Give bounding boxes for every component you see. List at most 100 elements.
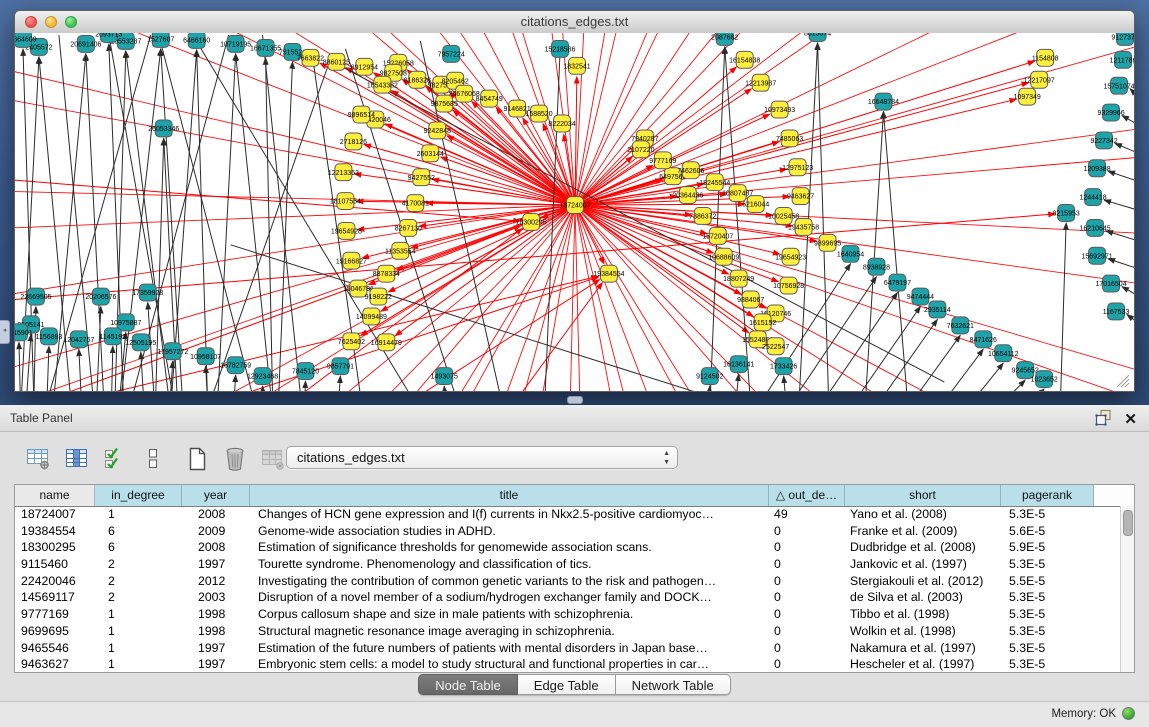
network-node[interactable]: 17016504 [1096,275,1127,292]
network-node[interactable]: 15692971 [1082,247,1113,264]
network-node[interactable]: 16210645 [1080,219,1111,236]
column-header-out_degree[interactable]: △ out_de… [769,485,845,506]
network-node[interactable]: 1244418 [1079,189,1106,206]
table-row[interactable]: 1830029562008Estimation of significance … [15,539,1121,556]
network-node[interactable]: 10958107 [190,348,221,365]
network-node[interactable]: 10688609 [708,248,739,265]
zoom-window-icon[interactable] [65,16,77,28]
select-all-button[interactable] [100,446,130,476]
network-node[interactable]: 19384554 [593,265,624,282]
network-node[interactable]: 1832541 [563,57,590,74]
table-selector-dropdown[interactable]: citations_edges.txt ▲▼ [286,446,678,469]
network-node[interactable]: 4170081 [402,195,429,212]
network-node[interactable]: 1733426 [770,358,797,375]
network-node[interactable]: 6479197 [884,274,911,291]
network-node[interactable]: 15751074 [1103,77,1134,94]
network-node[interactable]: 8813074 [804,33,831,41]
network-node[interactable]: 12213363 [328,164,359,181]
svg-text:18300295: 18300295 [516,220,547,227]
network-node[interactable]: 2718126 [340,133,367,150]
tab-network-table[interactable]: Network Table [616,674,731,695]
network-node[interactable]: 12213987 [745,74,776,91]
table-row[interactable]: 1938455462009Genome-wide association stu… [15,523,1121,540]
network-node[interactable]: 1211786 [1110,51,1134,68]
network-node[interactable]: 20206576 [85,288,116,305]
network-node[interactable]: 1154808 [1032,49,1059,66]
column-header-title[interactable]: title [250,485,769,506]
network-node[interactable]: 16648784 [868,93,899,110]
network-graph[interactable]: 2405572206914061055328720937131527607646… [15,33,1134,391]
new-document-button[interactable] [182,446,212,476]
network-node[interactable]: 19435758 [788,218,819,235]
network-node[interactable]: 8267130 [395,219,422,236]
column-header-year[interactable]: year [182,485,250,506]
network-node[interactable]: 9124502 [696,368,723,385]
network-node[interactable]: 8938928 [863,258,890,275]
network-node[interactable]: 18807249 [723,270,754,287]
minimize-window-icon[interactable] [45,16,57,28]
network-node[interactable]: 22669505 [20,288,51,305]
panel-collapse-handle[interactable]: ◂ [0,320,10,344]
table-settings-button[interactable] [24,446,54,476]
network-node[interactable]: 8215953 [1053,205,1080,222]
network-node[interactable]: 2087682 [711,33,738,45]
table-row[interactable]: 911546021997Tourette syndrome. Phenomeno… [15,556,1121,573]
column-header-in_degree[interactable]: in_degree [95,485,182,506]
tab-node-table[interactable]: Node Table [418,674,518,695]
column-header-pagerank[interactable]: pagerank [1001,485,1094,506]
network-node[interactable]: 9899695 [814,234,841,251]
network-node[interactable]: 16914479 [371,334,402,351]
column-header-name[interactable]: name [15,485,95,506]
network-node[interactable]: 9777169 [649,152,676,169]
unselect-all-button[interactable] [138,446,168,476]
network-canvas[interactable]: 2405572206914061055328720937131527607646… [15,33,1134,391]
network-node[interactable]: 1156893 [36,328,63,345]
network-node[interactable]: 12505195 [125,334,156,351]
network-view-window[interactable]: citations_edges.txt 24055722069140610553… [14,10,1135,392]
network-node[interactable]: 7632621 [947,317,974,334]
close-window-icon[interactable] [25,16,37,28]
network-node[interactable]: 18107554 [330,193,361,210]
table-row[interactable]: 2242004622012Investigating the contribut… [15,573,1121,590]
network-node[interactable]: 16154838 [729,51,760,68]
split-divider-grip[interactable] [567,396,583,404]
network-node[interactable]: 10654112 [988,345,1019,362]
import-table-button[interactable] [258,446,288,476]
table-row[interactable]: 969969511998Structural magnetic resonanc… [15,623,1121,640]
network-node[interactable]: 9127372 [1111,33,1134,45]
table-row[interactable]: 1456911722003Disruption of a novel membe… [15,589,1121,606]
network-node[interactable]: 10973493 [764,101,795,118]
tab-edge-table[interactable]: Edge Table [518,674,616,695]
scrollbar-thumb[interactable] [1123,510,1133,536]
network-node[interactable]: 18300295 [516,213,547,230]
network-node[interactable]: 16136141 [723,356,754,373]
table-row[interactable]: 1872400712008Changes of HCN gene express… [15,506,1121,523]
delete-table-button[interactable] [220,446,250,476]
network-node[interactable]: 15218586 [544,40,575,57]
network-node[interactable]: 12217097 [1024,71,1055,88]
table-row[interactable]: 946554611997Estimation of the future num… [15,640,1121,657]
table-row[interactable]: 946362711997Embryonic stem cells: a mode… [15,656,1121,672]
resize-grip-icon[interactable] [1117,375,1129,387]
window-titlebar[interactable]: citations_edges.txt [15,11,1134,34]
network-node[interactable]: 1167533 [1103,303,1130,320]
table-cell-out_degree: 0 [769,623,845,640]
network-node[interactable]: 9427552 [408,169,435,186]
network-node[interactable]: 1640954 [837,245,864,262]
network-node[interactable]: 10025458 [768,208,799,225]
close-panel-icon[interactable]: ✕ [1124,411,1137,429]
float-window-icon[interactable] [1095,409,1112,431]
column-selector-button[interactable] [62,446,92,476]
column-header-short[interactable]: short [845,485,1001,506]
network-node[interactable]: 19654923 [775,248,806,265]
network-node[interactable]: 6466160 [183,33,210,48]
network-node[interactable]: 10756928 [773,277,804,294]
memory-status-indicator[interactable] [1122,707,1135,720]
network-node[interactable]: 8471626 [970,331,997,348]
network-node[interactable]: 19654928 [331,222,362,239]
network-node[interactable]: 9329966 [1097,104,1124,121]
table-row[interactable]: 977716911998Corpus callosum shape and si… [15,606,1121,623]
network-node[interactable]: 1097349 [1014,88,1041,105]
network-node[interactable]: 1209388 [1083,160,1110,177]
vertical-scrollbar[interactable] [1120,506,1134,672]
